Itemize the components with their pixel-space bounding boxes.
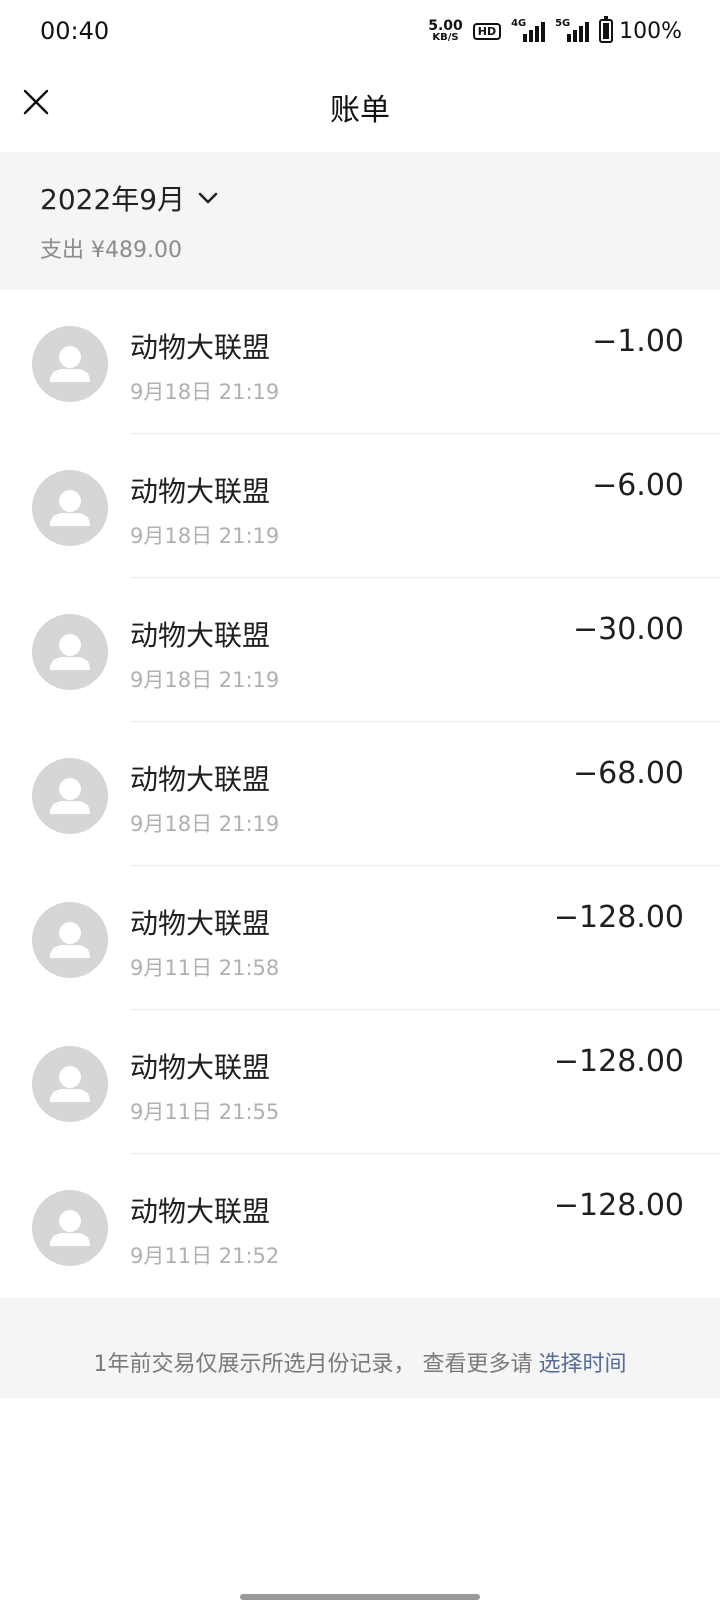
history-notice: 1年前交易仅展示所选月份记录， 查看更多请 选择时间 xyxy=(0,1298,720,1398)
user-avatar-icon xyxy=(50,1066,90,1102)
merchant-name: 动物大联盟 xyxy=(130,1195,271,1228)
transaction-time: 9月18日 21:19 xyxy=(130,812,280,836)
merchant-name: 动物大联盟 xyxy=(130,475,271,508)
network-speed-unit: KB/S xyxy=(432,32,459,43)
merchant-name: 动物大联盟 xyxy=(130,331,271,364)
signal-5g-label: 5G xyxy=(555,18,571,29)
signal-5g-icon: 5G xyxy=(555,18,590,42)
network-speed: 5.00 KB/S xyxy=(428,19,463,43)
month-expense-total: 支出 ¥489.00 xyxy=(40,238,182,263)
avatar xyxy=(32,614,108,690)
home-indicator[interactable] xyxy=(240,1594,480,1600)
page-title: 账单 xyxy=(330,93,390,128)
status-bar: 00:40 5.00 KB/S HD 4G 5G 100% xyxy=(0,0,720,62)
transaction-item[interactable]: 动物大联盟 9月18日 21:19 −68.00 xyxy=(0,722,720,866)
avatar xyxy=(32,758,108,834)
select-time-link[interactable]: 选择时间 xyxy=(538,1346,626,1378)
transaction-amount: −128.00 xyxy=(553,1188,684,1223)
transaction-time: 9月18日 21:19 xyxy=(130,668,280,692)
battery-icon xyxy=(599,16,614,43)
transaction-item[interactable]: 动物大联盟 9月18日 21:19 −1.00 xyxy=(0,290,720,434)
network-speed-value: 5.00 xyxy=(428,18,463,34)
status-time: 00:40 xyxy=(40,17,110,45)
transaction-amount: −68.00 xyxy=(572,756,684,791)
user-avatar-icon xyxy=(50,778,90,814)
avatar xyxy=(32,470,108,546)
history-notice-text: 1年前交易仅展示所选月份记录， 查看更多请 xyxy=(93,1352,533,1377)
merchant-name: 动物大联盟 xyxy=(130,907,271,940)
transaction-time: 9月11日 21:52 xyxy=(130,1244,280,1268)
signal-4g-label: 4G xyxy=(511,18,527,29)
transaction-amount: −6.00 xyxy=(592,468,684,503)
transaction-time: 9月11日 21:55 xyxy=(130,1100,280,1124)
transaction-time: 9月18日 21:19 xyxy=(130,380,280,404)
avatar xyxy=(32,326,108,402)
merchant-name: 动物大联盟 xyxy=(130,619,271,652)
user-avatar-icon xyxy=(50,346,90,382)
transaction-item[interactable]: 动物大联盟 9月18日 21:19 −6.00 xyxy=(0,434,720,578)
transaction-item[interactable]: 动物大联盟 9月11日 21:55 −128.00 xyxy=(0,1010,720,1154)
transaction-item[interactable]: 动物大联盟 9月18日 21:19 −30.00 xyxy=(0,578,720,722)
transaction-amount: −128.00 xyxy=(553,1044,684,1079)
user-avatar-icon xyxy=(50,634,90,670)
transaction-time: 9月11日 21:58 xyxy=(130,956,280,980)
transaction-time: 9月18日 21:19 xyxy=(130,524,280,548)
signal-4g-icon: 4G xyxy=(511,18,546,42)
user-avatar-icon xyxy=(50,922,90,958)
transaction-item[interactable]: 动物大联盟 9月11日 21:52 −128.00 xyxy=(0,1154,720,1298)
month-label: 2022年9月 xyxy=(40,183,186,216)
month-picker[interactable]: 2022年9月 xyxy=(40,178,219,218)
month-summary: 2022年9月 支出 ¥489.00 xyxy=(0,152,720,290)
chevron-down-icon xyxy=(198,192,218,204)
avatar xyxy=(32,1190,108,1266)
transaction-list: 动物大联盟 9月18日 21:19 −1.00 动物大联盟 9月18日 21:1… xyxy=(0,290,720,1298)
transaction-amount: −30.00 xyxy=(572,612,684,647)
user-avatar-icon xyxy=(50,1210,90,1246)
battery-percentage: 100% xyxy=(619,18,682,44)
transaction-item[interactable]: 动物大联盟 9月11日 21:58 −128.00 xyxy=(0,866,720,1010)
transaction-amount: −1.00 xyxy=(592,324,684,359)
hd-icon: HD xyxy=(472,22,502,40)
merchant-name: 动物大联盟 xyxy=(130,763,271,796)
user-avatar-icon xyxy=(50,490,90,526)
merchant-name: 动物大联盟 xyxy=(130,1051,271,1084)
transaction-amount: −128.00 xyxy=(553,900,684,935)
avatar xyxy=(32,1046,108,1122)
close-button[interactable] xyxy=(16,82,56,122)
avatar xyxy=(32,902,108,978)
close-icon xyxy=(23,89,49,115)
status-icons: 5.00 KB/S HD 4G 5G 100% xyxy=(428,16,682,44)
header: 账单 xyxy=(0,62,720,152)
